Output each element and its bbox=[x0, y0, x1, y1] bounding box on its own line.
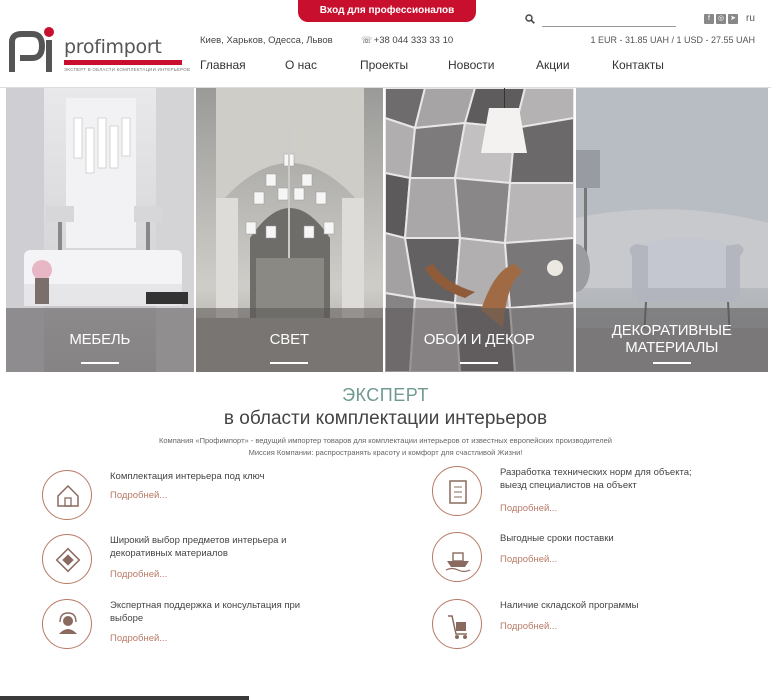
telegram-icon[interactable]: ➤ bbox=[728, 14, 738, 24]
tile-underline bbox=[80, 362, 119, 364]
feature-warehouse: Наличие складской программы Подробней... bbox=[432, 599, 732, 659]
logo-wordmark: profimport bbox=[64, 36, 162, 58]
bottom-banner-edge bbox=[0, 696, 249, 700]
feature-more-link[interactable]: Подробней... bbox=[500, 503, 557, 514]
company-mission-text: Миссия Компании: распространять красоту … bbox=[248, 448, 523, 457]
nav-item-news[interactable]: Новости bbox=[448, 58, 536, 72]
feature-turnkey: Комплектация интерьера под ключ Подробне… bbox=[42, 470, 342, 530]
feature-text: Широкий выбор предметов интерьера и деко… bbox=[110, 535, 287, 559]
feature-more-link[interactable]: Подробней... bbox=[110, 633, 167, 644]
document-icon bbox=[432, 466, 482, 516]
feature-wide-choice: Широкий выбор предметов интерьера и деко… bbox=[42, 534, 342, 594]
warehouse-cart-icon bbox=[432, 599, 482, 649]
search-icon[interactable] bbox=[525, 14, 535, 24]
facebook-icon[interactable]: f bbox=[704, 14, 714, 24]
nav-item-promotions[interactable]: Акции bbox=[536, 58, 612, 72]
professional-login-button[interactable]: Вход для профессионалов bbox=[298, 0, 476, 22]
nav-item-contacts[interactable]: Контакты bbox=[612, 58, 672, 72]
social-links: f ◎ ➤ bbox=[704, 14, 738, 24]
instagram-icon[interactable]: ◎ bbox=[716, 14, 726, 24]
feature-more-link[interactable]: Подробней... bbox=[110, 490, 167, 501]
currency-rates: 1 EUR - 31.85 UAH / 1 USD - 27.55 UAH bbox=[590, 35, 755, 45]
tile-title: МЕБЕЛЬ bbox=[69, 331, 131, 348]
tile-underline bbox=[270, 362, 309, 364]
tile-lighting[interactable]: СВЕТ bbox=[195, 88, 383, 372]
feature-text: Разработка технических норм для объекта;… bbox=[500, 467, 692, 491]
logo-bar bbox=[64, 60, 182, 65]
cities-list: Киев, Харьков, Одесса, Львов bbox=[200, 35, 333, 46]
phone-text: +38 044 333 33 10 bbox=[373, 35, 454, 46]
tile-furniture[interactable]: МЕБЕЛЬ bbox=[6, 88, 194, 372]
pattern-icon bbox=[42, 534, 92, 584]
tile-underline bbox=[652, 362, 691, 364]
expert-subheading: в области комплектации интерьеров bbox=[223, 408, 548, 429]
nav-item-home[interactable]: Главная bbox=[200, 58, 285, 72]
nav-item-projects[interactable]: Проекты bbox=[360, 58, 448, 72]
feature-expert-support: Экспертная поддержка и консультация при … bbox=[42, 599, 342, 659]
feature-delivery: Выгодные сроки поставки Подробней... bbox=[432, 532, 732, 592]
feature-more-link[interactable]: Подробней... bbox=[500, 621, 557, 632]
logo[interactable]: profimport ЭКСПЕРТ В ОБЛАСТИ КОМПЛЕКТАЦИ… bbox=[6, 26, 190, 76]
feature-technical-norms: Разработка технических норм для объекта;… bbox=[432, 466, 732, 526]
search-input[interactable] bbox=[542, 13, 676, 27]
expert-heading: ЭКСПЕРТ bbox=[342, 385, 429, 405]
feature-more-link[interactable]: Подробней... bbox=[110, 569, 167, 580]
support-icon bbox=[42, 599, 92, 649]
phone-icon: ☏ bbox=[361, 35, 373, 45]
feature-text: Комплектация интерьера под ключ bbox=[110, 471, 265, 482]
category-tiles: МЕБЕЛЬ СВЕТ ОБОИ И ДЕКОР ДЕКОРАТИВНЫЕ МА… bbox=[6, 88, 768, 372]
tile-wallpaper[interactable]: ОБОИ И ДЕКОР bbox=[385, 88, 574, 372]
ship-icon bbox=[432, 532, 482, 582]
phone-number[interactable]: ☏ +38 044 333 33 10 bbox=[361, 35, 453, 46]
feature-more-link[interactable]: Подробней... bbox=[500, 554, 557, 565]
tile-title: СВЕТ bbox=[269, 331, 309, 348]
nav-item-about[interactable]: О нас bbox=[285, 58, 360, 72]
language-switch[interactable]: ru bbox=[746, 13, 755, 24]
house-icon bbox=[42, 470, 92, 520]
tile-title: ДЕКОРАТИВНЫЕ МАТЕРИАЛЫ bbox=[611, 322, 732, 356]
about-company-text: Компания «Профимпорт» - ведущий импортер… bbox=[159, 436, 612, 445]
tile-underline bbox=[460, 362, 499, 364]
main-nav: Главная О нас Проекты Новости Акции Конт… bbox=[200, 58, 672, 72]
logo-tagline: ЭКСПЕРТ В ОБЛАСТИ КОМПЛЕКТАЦИИ ИНТЕРЬЕРО… bbox=[64, 67, 191, 72]
feature-text: Экспертная поддержка и консультация при … bbox=[110, 600, 301, 624]
logo-pi-mark bbox=[9, 27, 54, 72]
feature-text: Наличие складской программы bbox=[500, 600, 639, 611]
tile-decorative-materials[interactable]: ДЕКОРАТИВНЫЕ МАТЕРИАЛЫ bbox=[575, 88, 768, 372]
feature-text: Выгодные сроки поставки bbox=[500, 533, 614, 544]
tile-title: ОБОИ И ДЕКОР bbox=[423, 331, 535, 348]
